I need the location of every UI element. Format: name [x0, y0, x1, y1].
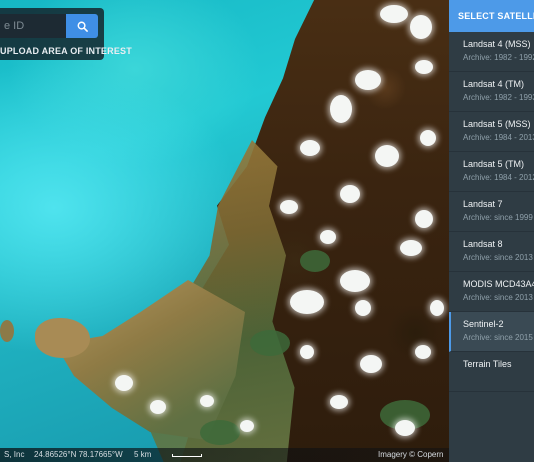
map-cloud [240, 420, 254, 432]
map-cloud [200, 395, 214, 407]
scale-label: 5 km [134, 450, 152, 459]
map-cloud [420, 130, 436, 146]
map-cloud [395, 420, 415, 436]
map-cloud [415, 60, 433, 74]
satellite-archive: Archive: since 2015 [463, 333, 533, 342]
map-cloud [300, 140, 320, 156]
satellite-archive: Archive: 1984 - 2013 [463, 133, 534, 142]
map-islet [35, 318, 90, 358]
satellite-name: Landsat 7 [463, 199, 503, 209]
satellite-name: Landsat 8 [463, 239, 503, 249]
upload-aoi-link[interactable]: UPLOAD AREA OF INTEREST [0, 46, 132, 56]
satellite-item-sentinel2[interactable]: Sentinel-2 Archive: since 2015 [449, 312, 534, 352]
map-cloud [290, 290, 324, 314]
map-cloud [280, 200, 298, 214]
satellite-sidebar: SELECT SATELLITE Landsat 4 (MSS) Archive… [449, 0, 534, 462]
map-cloud [360, 355, 382, 373]
map-vegetation [300, 250, 330, 272]
map-cloud [355, 70, 381, 90]
map-cloud [320, 230, 336, 244]
coordinates-readout: 24.86526°N 78.17665°W [34, 450, 123, 459]
search-button[interactable] [66, 14, 98, 38]
map-cloud [300, 345, 314, 359]
attribution-text: S, Inc [4, 450, 25, 459]
map-cloud [340, 270, 370, 292]
map-status-bar: S, Inc 24.86526°N 78.17665°W 5 km Imager… [0, 448, 449, 462]
satellite-item-terrain-tiles[interactable]: Terrain Tiles [449, 352, 534, 392]
map-vegetation [250, 330, 290, 356]
search-input[interactable] [0, 14, 66, 38]
map-cloud [415, 345, 431, 359]
map-cloud [355, 300, 371, 316]
map-cloud [410, 15, 432, 39]
map-cloud [430, 300, 444, 316]
map-cloud [115, 375, 133, 391]
map-cloud [330, 95, 352, 123]
map-cloud [415, 210, 433, 228]
map-islet [0, 320, 14, 342]
satellite-archive: Archive: since 2013 [463, 253, 533, 262]
satellite-name: Landsat 5 (MSS) [463, 119, 531, 129]
satellite-archive: Archive: since 1999 [463, 213, 533, 222]
satellite-item-landsat5-mss[interactable]: Landsat 5 (MSS) Archive: 1984 - 2013 [449, 112, 534, 152]
satellite-item-landsat4-tm[interactable]: Landsat 4 (TM) Archive: 1982 - 1993 [449, 72, 534, 112]
satellite-item-landsat7[interactable]: Landsat 7 Archive: since 1999 [449, 192, 534, 232]
satellite-name: MODIS MCD43A4 [463, 279, 534, 289]
satellite-map[interactable] [0, 0, 449, 462]
map-cloud [150, 400, 166, 414]
map-cloud [400, 240, 422, 256]
map-cloud [330, 395, 348, 409]
satellite-item-landsat5-tm[interactable]: Landsat 5 (TM) Archive: 1984 - 2012 [449, 152, 534, 192]
satellite-name: Landsat 4 (MSS) [463, 39, 531, 49]
satellite-item-landsat4-mss[interactable]: Landsat 4 (MSS) Archive: 1982 - 1992 [449, 32, 534, 72]
satellite-archive: Archive: 1982 - 1993 [463, 93, 534, 102]
satellite-archive: Archive: since 2013 [463, 293, 533, 302]
map-vegetation [200, 420, 240, 445]
satellite-archive: Archive: 1984 - 2012 [463, 173, 534, 182]
satellite-name: Landsat 4 (TM) [463, 79, 525, 89]
map-cloud [340, 185, 360, 203]
satellite-name: Terrain Tiles [463, 359, 512, 369]
satellite-name: Landsat 5 (TM) [463, 159, 525, 169]
map-peninsula [55, 280, 245, 440]
satellite-item-modis[interactable]: MODIS MCD43A4 Archive: since 2013 [449, 272, 534, 312]
map-cloud [375, 145, 399, 167]
scale-bar [172, 454, 202, 457]
sidebar-header: SELECT SATELLITE [449, 0, 534, 32]
search-icon [77, 21, 88, 32]
satellite-name: Sentinel-2 [463, 319, 504, 329]
search-panel: UPLOAD AREA OF INTEREST [0, 8, 132, 60]
map-cloud [380, 5, 408, 23]
satellite-archive: Archive: 1982 - 1992 [463, 53, 534, 62]
satellite-item-landsat8[interactable]: Landsat 8 Archive: since 2013 [449, 232, 534, 272]
imagery-credit[interactable]: Imagery © Copern [378, 450, 443, 459]
